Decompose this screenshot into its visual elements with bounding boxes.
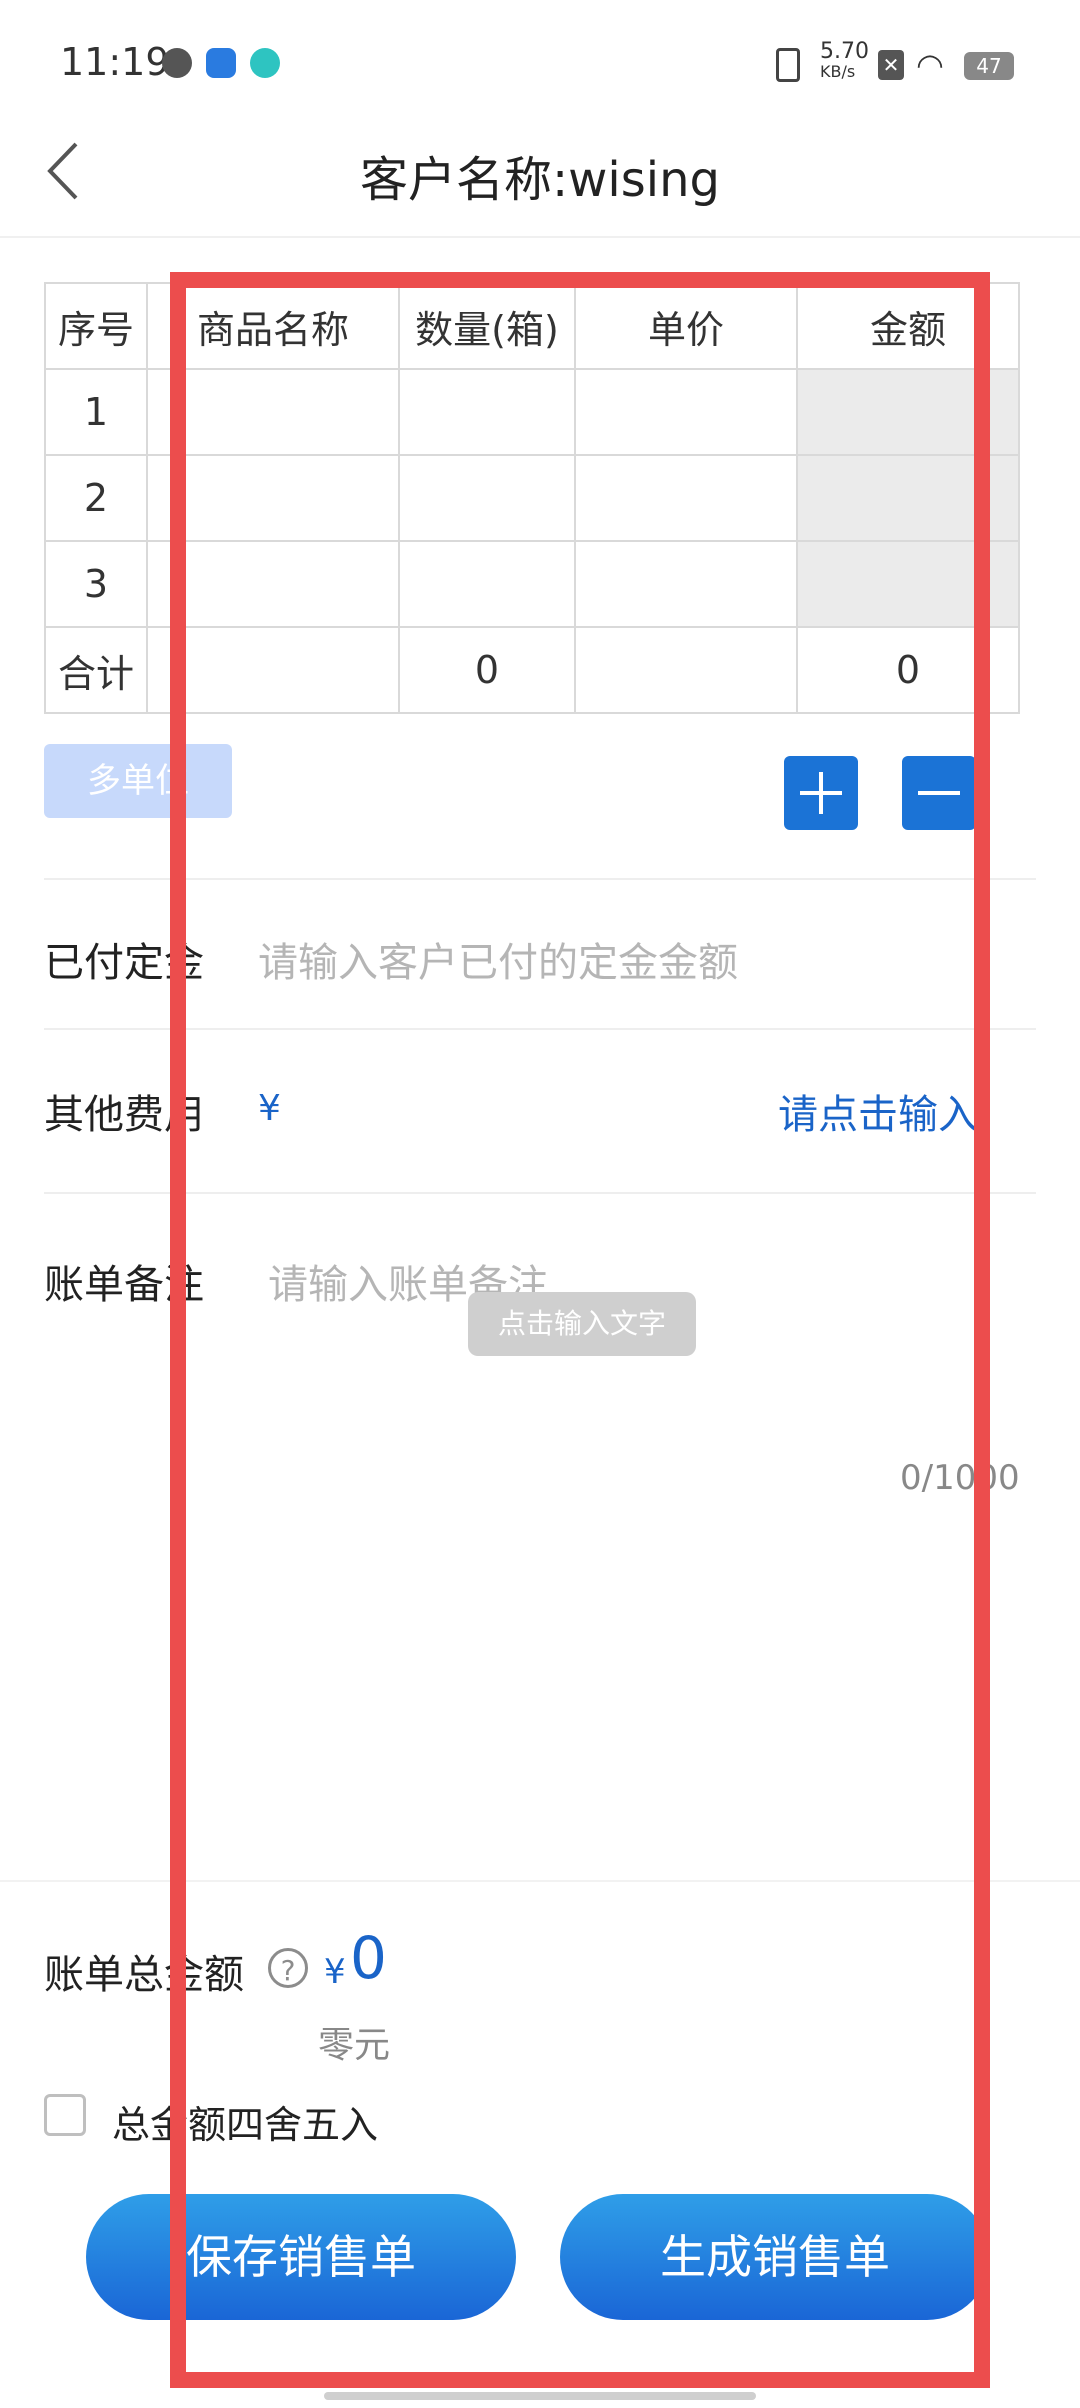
net-speed-unit: KB/s: [820, 62, 856, 81]
table-header-row: 序号 商品名称 数量(箱) 单价 金额: [44, 282, 1020, 370]
net-speed-value: 5.70: [820, 39, 869, 64]
wifi-icon: ◠: [916, 46, 944, 84]
net-speed: 5.70 KB/s: [820, 39, 869, 82]
quantity-cell[interactable]: [398, 540, 576, 628]
total-quantity: 0: [398, 626, 576, 714]
header-unit-price: 单价: [574, 282, 798, 370]
header-seq: 序号: [44, 282, 148, 370]
product-name-cell[interactable]: [146, 368, 400, 456]
app-notification-icon: [162, 48, 192, 78]
row-seq: 3: [44, 540, 148, 628]
header-amount: 金额: [796, 282, 1020, 370]
total-currency: ¥: [324, 1952, 346, 1992]
status-time: 11:19: [60, 40, 170, 84]
bill-total-label: 账单总金额: [44, 1952, 244, 1998]
product-name-cell[interactable]: [146, 454, 400, 542]
battery-level: 47: [976, 54, 1002, 78]
row-seq: 2: [44, 454, 148, 542]
total-label: 合计: [44, 626, 148, 714]
remark-label: 账单备注: [44, 1262, 204, 1308]
table-row: 3: [44, 540, 1020, 628]
save-sales-order-button[interactable]: 保存销售单: [86, 2194, 516, 2320]
header-product-name: 商品名称: [146, 282, 400, 370]
product-name-cell[interactable]: [146, 540, 400, 628]
home-indicator[interactable]: [324, 2392, 756, 2400]
camera-app-icon: [250, 48, 280, 78]
bill-total-words: 零元: [318, 2025, 391, 2066]
generate-sales-order-button[interactable]: 生成销售单: [560, 2194, 990, 2320]
remark-char-counter: 0/1000: [900, 1458, 1020, 1498]
page-title: 客户名称:wising: [359, 152, 720, 208]
total-name-blank: [146, 626, 400, 714]
quantity-cell[interactable]: [398, 454, 576, 542]
remove-row-button[interactable]: [902, 756, 976, 830]
lock-app-icon: [206, 48, 236, 78]
other-fees-label: 其他费用: [44, 1092, 204, 1138]
vibrate-icon: [776, 48, 800, 82]
battery-icon: 47: [964, 52, 1014, 80]
help-icon[interactable]: ?: [268, 1948, 308, 1988]
round-total-checkbox[interactable]: [44, 2094, 86, 2136]
unit-price-cell[interactable]: [574, 454, 798, 542]
unit-price-cell[interactable]: [574, 368, 798, 456]
bill-total-value: 0: [350, 1924, 387, 1992]
round-total-label[interactable]: 总金额四舍五入: [112, 2094, 378, 2149]
row-seq: 1: [44, 368, 148, 456]
header-divider: [0, 236, 1080, 238]
deposit-label: 已付定金: [44, 940, 204, 986]
other-fees-input-link[interactable]: 请点击输入: [778, 1082, 978, 1140]
divider: [0, 1880, 1080, 1882]
amount-cell: [796, 540, 1020, 628]
total-price-blank: [574, 626, 798, 714]
input-tooltip: 点击输入文字: [468, 1292, 696, 1356]
add-row-button[interactable]: [784, 756, 858, 830]
product-table: 序号 商品名称 数量(箱) 单价 金额 1 2 3 合计 0 0: [44, 282, 1020, 714]
amount-cell: [796, 368, 1020, 456]
table-row: 1: [44, 368, 1020, 456]
deposit-input[interactable]: 请输入客户已付的定金金额: [258, 930, 998, 988]
other-fees-currency: ¥: [258, 1088, 281, 1129]
header-quantity: 数量(箱): [398, 282, 576, 370]
table-total-row: 合计 0 0: [44, 626, 1020, 714]
table-row: 2: [44, 454, 1020, 542]
divider: [44, 1192, 1036, 1194]
multi-unit-button[interactable]: 多单位: [44, 744, 232, 818]
amount-cell: [796, 454, 1020, 542]
unit-price-cell[interactable]: [574, 540, 798, 628]
total-amount: 0: [796, 626, 1020, 714]
quantity-cell[interactable]: [398, 368, 576, 456]
divider: [44, 878, 1036, 880]
sim-blocked-icon: ✕: [878, 50, 904, 80]
divider: [44, 1028, 1036, 1030]
